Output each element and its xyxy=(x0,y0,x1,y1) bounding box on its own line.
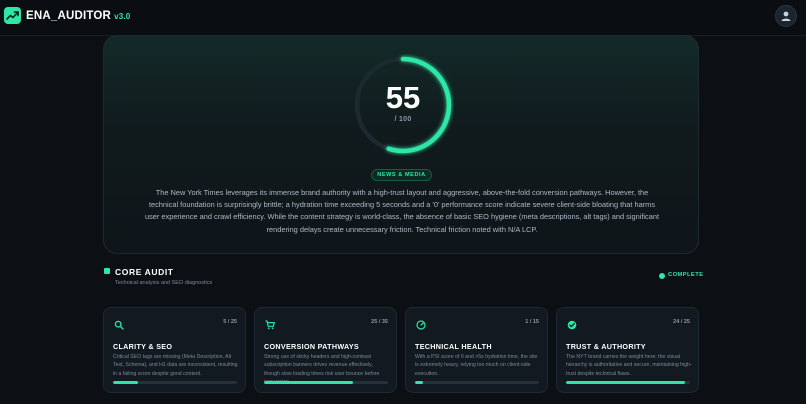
card-title: TECHNICAL HEALTH xyxy=(415,342,492,351)
card-description: Critical SEO tags are missing (Meta Desc… xyxy=(113,354,238,377)
shield-check-icon xyxy=(567,320,577,330)
app-version: v3.0 xyxy=(114,12,131,21)
audit-summary: The New York Times leverages its immense… xyxy=(144,188,660,234)
score-value: 55 xyxy=(385,80,421,115)
app-title: ENA_AUDITOR xyxy=(26,10,112,22)
card-title: TRUST & AUTHORITY xyxy=(566,342,646,351)
status-label: COMPLETE xyxy=(668,272,704,278)
card-score: 5 / 25 xyxy=(223,319,237,325)
category-badge: NEWS & MEDIA xyxy=(371,169,432,181)
card-progress-track xyxy=(113,381,237,384)
top-bar: ENA_AUDITOR v3.0 xyxy=(0,0,806,36)
audit-card-trust-authority[interactable]: 24 / 25 TRUST & AUTHORITY The NYT brand … xyxy=(556,307,699,393)
card-description: With a PSI score of 0 and >5s hydration … xyxy=(415,354,538,377)
trending-up-icon[interactable] xyxy=(4,7,21,24)
card-description: The NYT brand carries the weight here; t… xyxy=(566,354,692,377)
status-badge: COMPLETE xyxy=(659,272,703,278)
user-avatar-button[interactable] xyxy=(775,5,797,27)
section-marker xyxy=(104,268,110,274)
card-score: 1 / 15 xyxy=(525,319,539,325)
section-title: CORE AUDIT xyxy=(115,267,174,277)
card-progress-track xyxy=(566,381,690,384)
card-score: 24 / 25 xyxy=(673,319,690,325)
search-icon xyxy=(114,320,124,330)
card-title: CONVERSION PATHWAYS xyxy=(264,342,360,351)
cart-icon xyxy=(265,320,275,330)
gauge-icon xyxy=(416,320,426,330)
audit-card-clarity-seo[interactable]: 5 / 25 CLARITY & SEO Critical SEO tags a… xyxy=(103,307,246,393)
card-progress-fill xyxy=(415,381,424,384)
card-progress-track xyxy=(264,381,388,384)
section-subtitle: Technical analysis and SEO diagnostics xyxy=(115,280,213,286)
user-icon xyxy=(781,11,791,21)
audit-card-conversion-pathways[interactable]: 25 / 35 CONVERSION PATHWAYS Strong use o… xyxy=(254,307,397,393)
card-progress-track xyxy=(415,381,539,384)
card-progress-fill xyxy=(566,381,686,384)
app-name[interactable]: ENA_AUDITOR v3.0 xyxy=(26,10,130,22)
card-progress-fill xyxy=(113,381,138,384)
audit-card-technical-health[interactable]: 1 / 15 TECHNICAL HEALTH With a PSI score… xyxy=(405,307,548,393)
card-progress-fill xyxy=(264,381,353,384)
score-panel: 55 / 100 NEWS & MEDIA The New York Times… xyxy=(103,35,699,254)
score-max: / 100 xyxy=(394,116,412,123)
card-title: CLARITY & SEO xyxy=(113,342,173,351)
card-score: 25 / 35 xyxy=(371,319,388,325)
